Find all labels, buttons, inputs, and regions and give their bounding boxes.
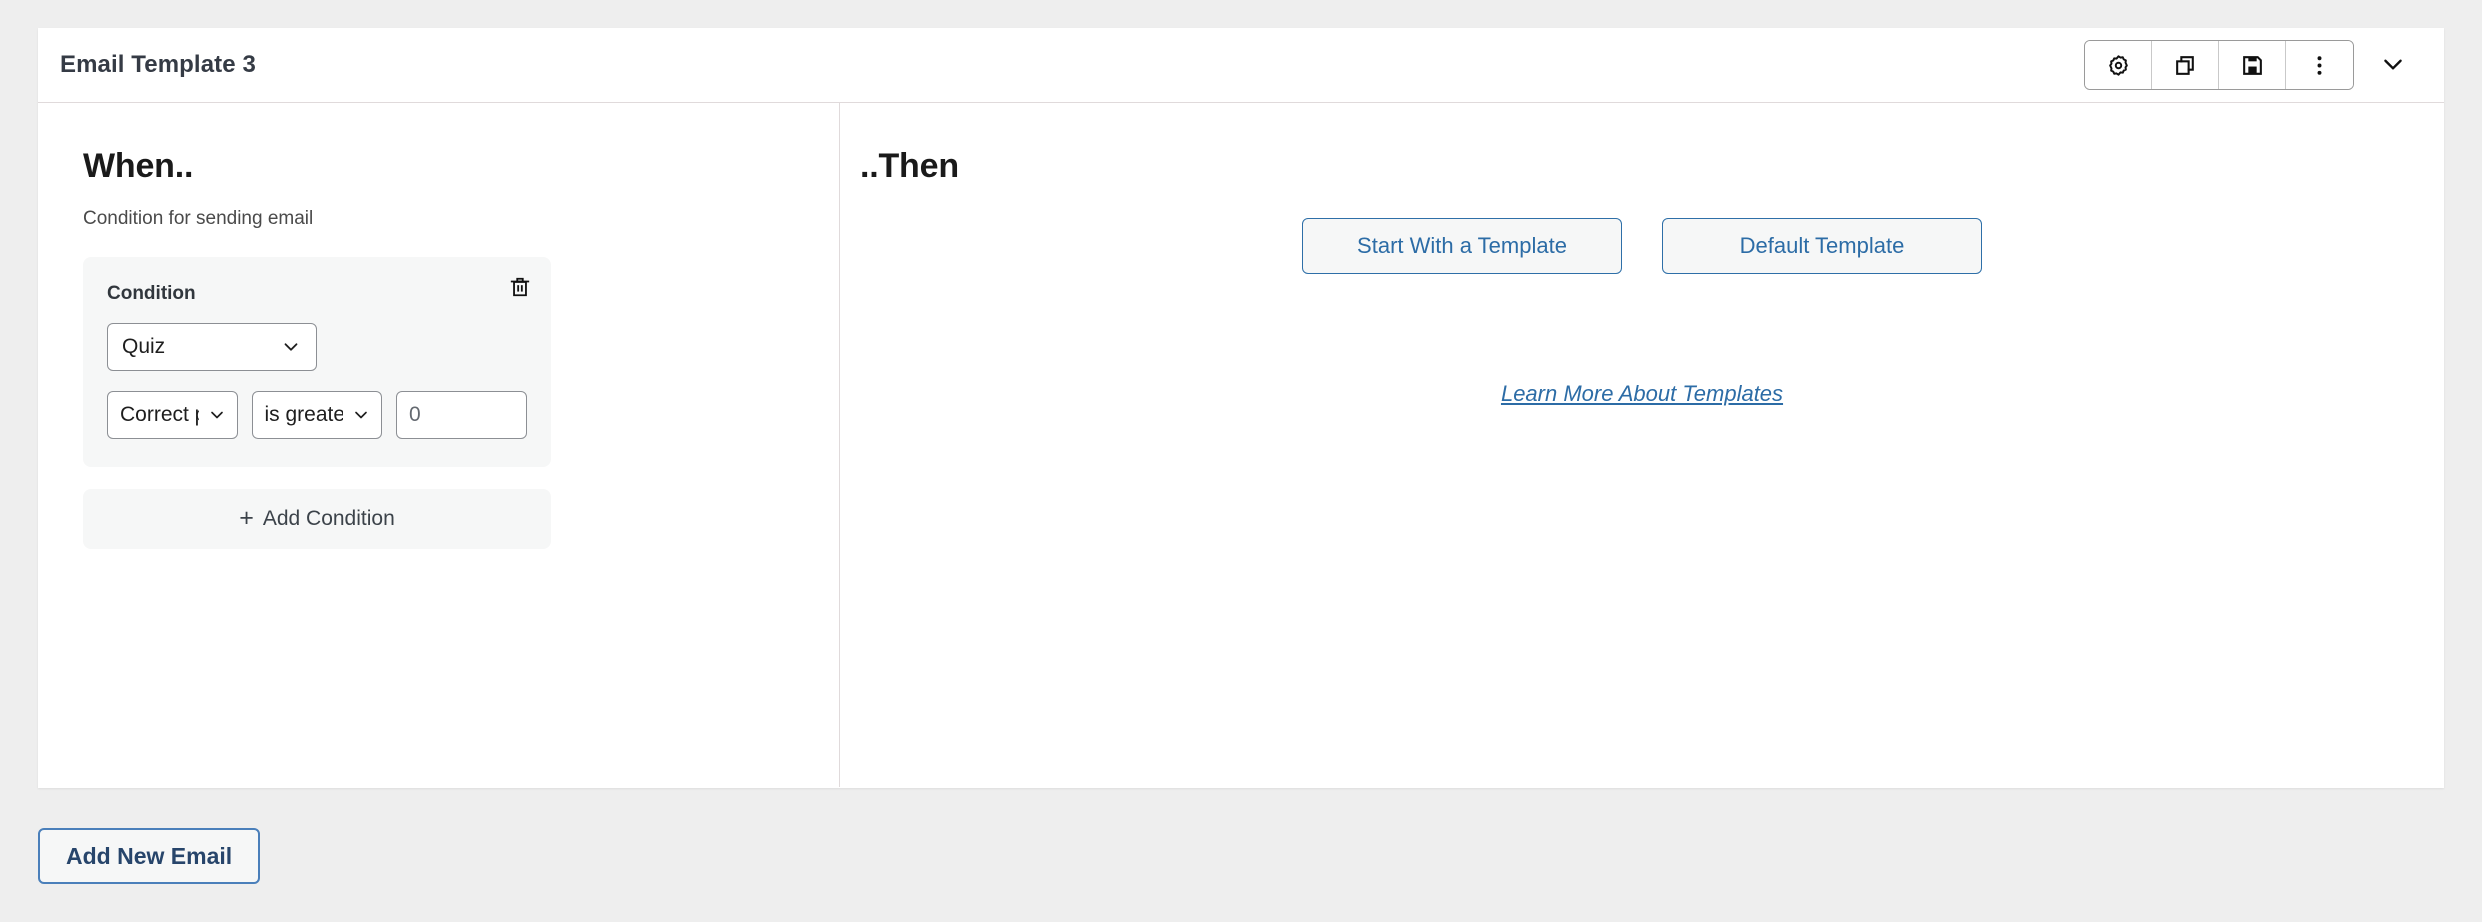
condition-row: Correct pe is greater t	[107, 391, 527, 439]
email-template-page: Email Template 3 When.. Condition for se…	[0, 0, 2482, 922]
condition-source-value: Quiz	[122, 335, 166, 358]
add-new-email-button[interactable]: Add New Email	[38, 828, 261, 884]
condition-card: Condition Quiz Correct pe	[83, 257, 551, 467]
chevron-down-icon	[280, 336, 302, 358]
gear-icon	[2106, 53, 2131, 78]
plus-icon: +	[239, 503, 254, 532]
when-pane: When.. Condition for sending email Condi…	[38, 103, 840, 787]
condition-operator-value: is greater t	[264, 403, 344, 426]
email-template-card: Email Template 3 When.. Condition for se…	[38, 28, 2444, 788]
condition-source-select[interactable]: Quiz	[107, 323, 317, 371]
dots-vertical-icon	[2307, 53, 2332, 78]
start-with-template-button[interactable]: Start With a Template	[1302, 218, 1622, 274]
duplicate-button[interactable]	[2152, 41, 2219, 89]
chevron-down-icon	[351, 405, 371, 425]
delete-condition-button[interactable]	[503, 271, 537, 305]
learn-more-link[interactable]: Learn More About Templates	[1501, 381, 1783, 407]
card-header: Email Template 3	[38, 28, 2444, 103]
header-actions	[2084, 40, 2426, 90]
condition-field-select[interactable]: Correct pe	[107, 391, 238, 439]
when-subtitle: Condition for sending email	[83, 208, 314, 229]
condition-field-value: Correct pe	[120, 403, 199, 426]
trash-icon	[509, 276, 531, 301]
settings-button[interactable]	[2085, 41, 2152, 89]
add-condition-label: Add Condition	[262, 507, 395, 530]
more-options-button[interactable]	[2286, 41, 2353, 89]
page-title: Email Template 3	[60, 51, 256, 78]
then-pane: ..Then Start With a Template Default Tem…	[840, 103, 2444, 787]
condition-value-input[interactable]	[396, 391, 527, 439]
chevron-down-icon	[2380, 51, 2406, 80]
header-button-group	[2084, 40, 2354, 90]
collapse-button[interactable]	[2360, 41, 2426, 89]
copy-icon	[2173, 53, 2198, 78]
then-heading: ..Then	[860, 147, 959, 185]
default-template-button[interactable]: Default Template	[1662, 218, 1982, 274]
save-button[interactable]	[2219, 41, 2286, 89]
card-body: When.. Condition for sending email Condi…	[38, 103, 2444, 787]
add-condition-button[interactable]: + Add Condition	[83, 489, 551, 549]
when-heading: When..	[83, 147, 194, 185]
chevron-down-icon	[207, 405, 227, 425]
condition-operator-select[interactable]: is greater t	[251, 391, 382, 439]
condition-label: Condition	[107, 283, 196, 304]
template-buttons: Start With a Template Default Template	[1302, 218, 1982, 274]
floppy-disk-icon	[2240, 53, 2265, 78]
